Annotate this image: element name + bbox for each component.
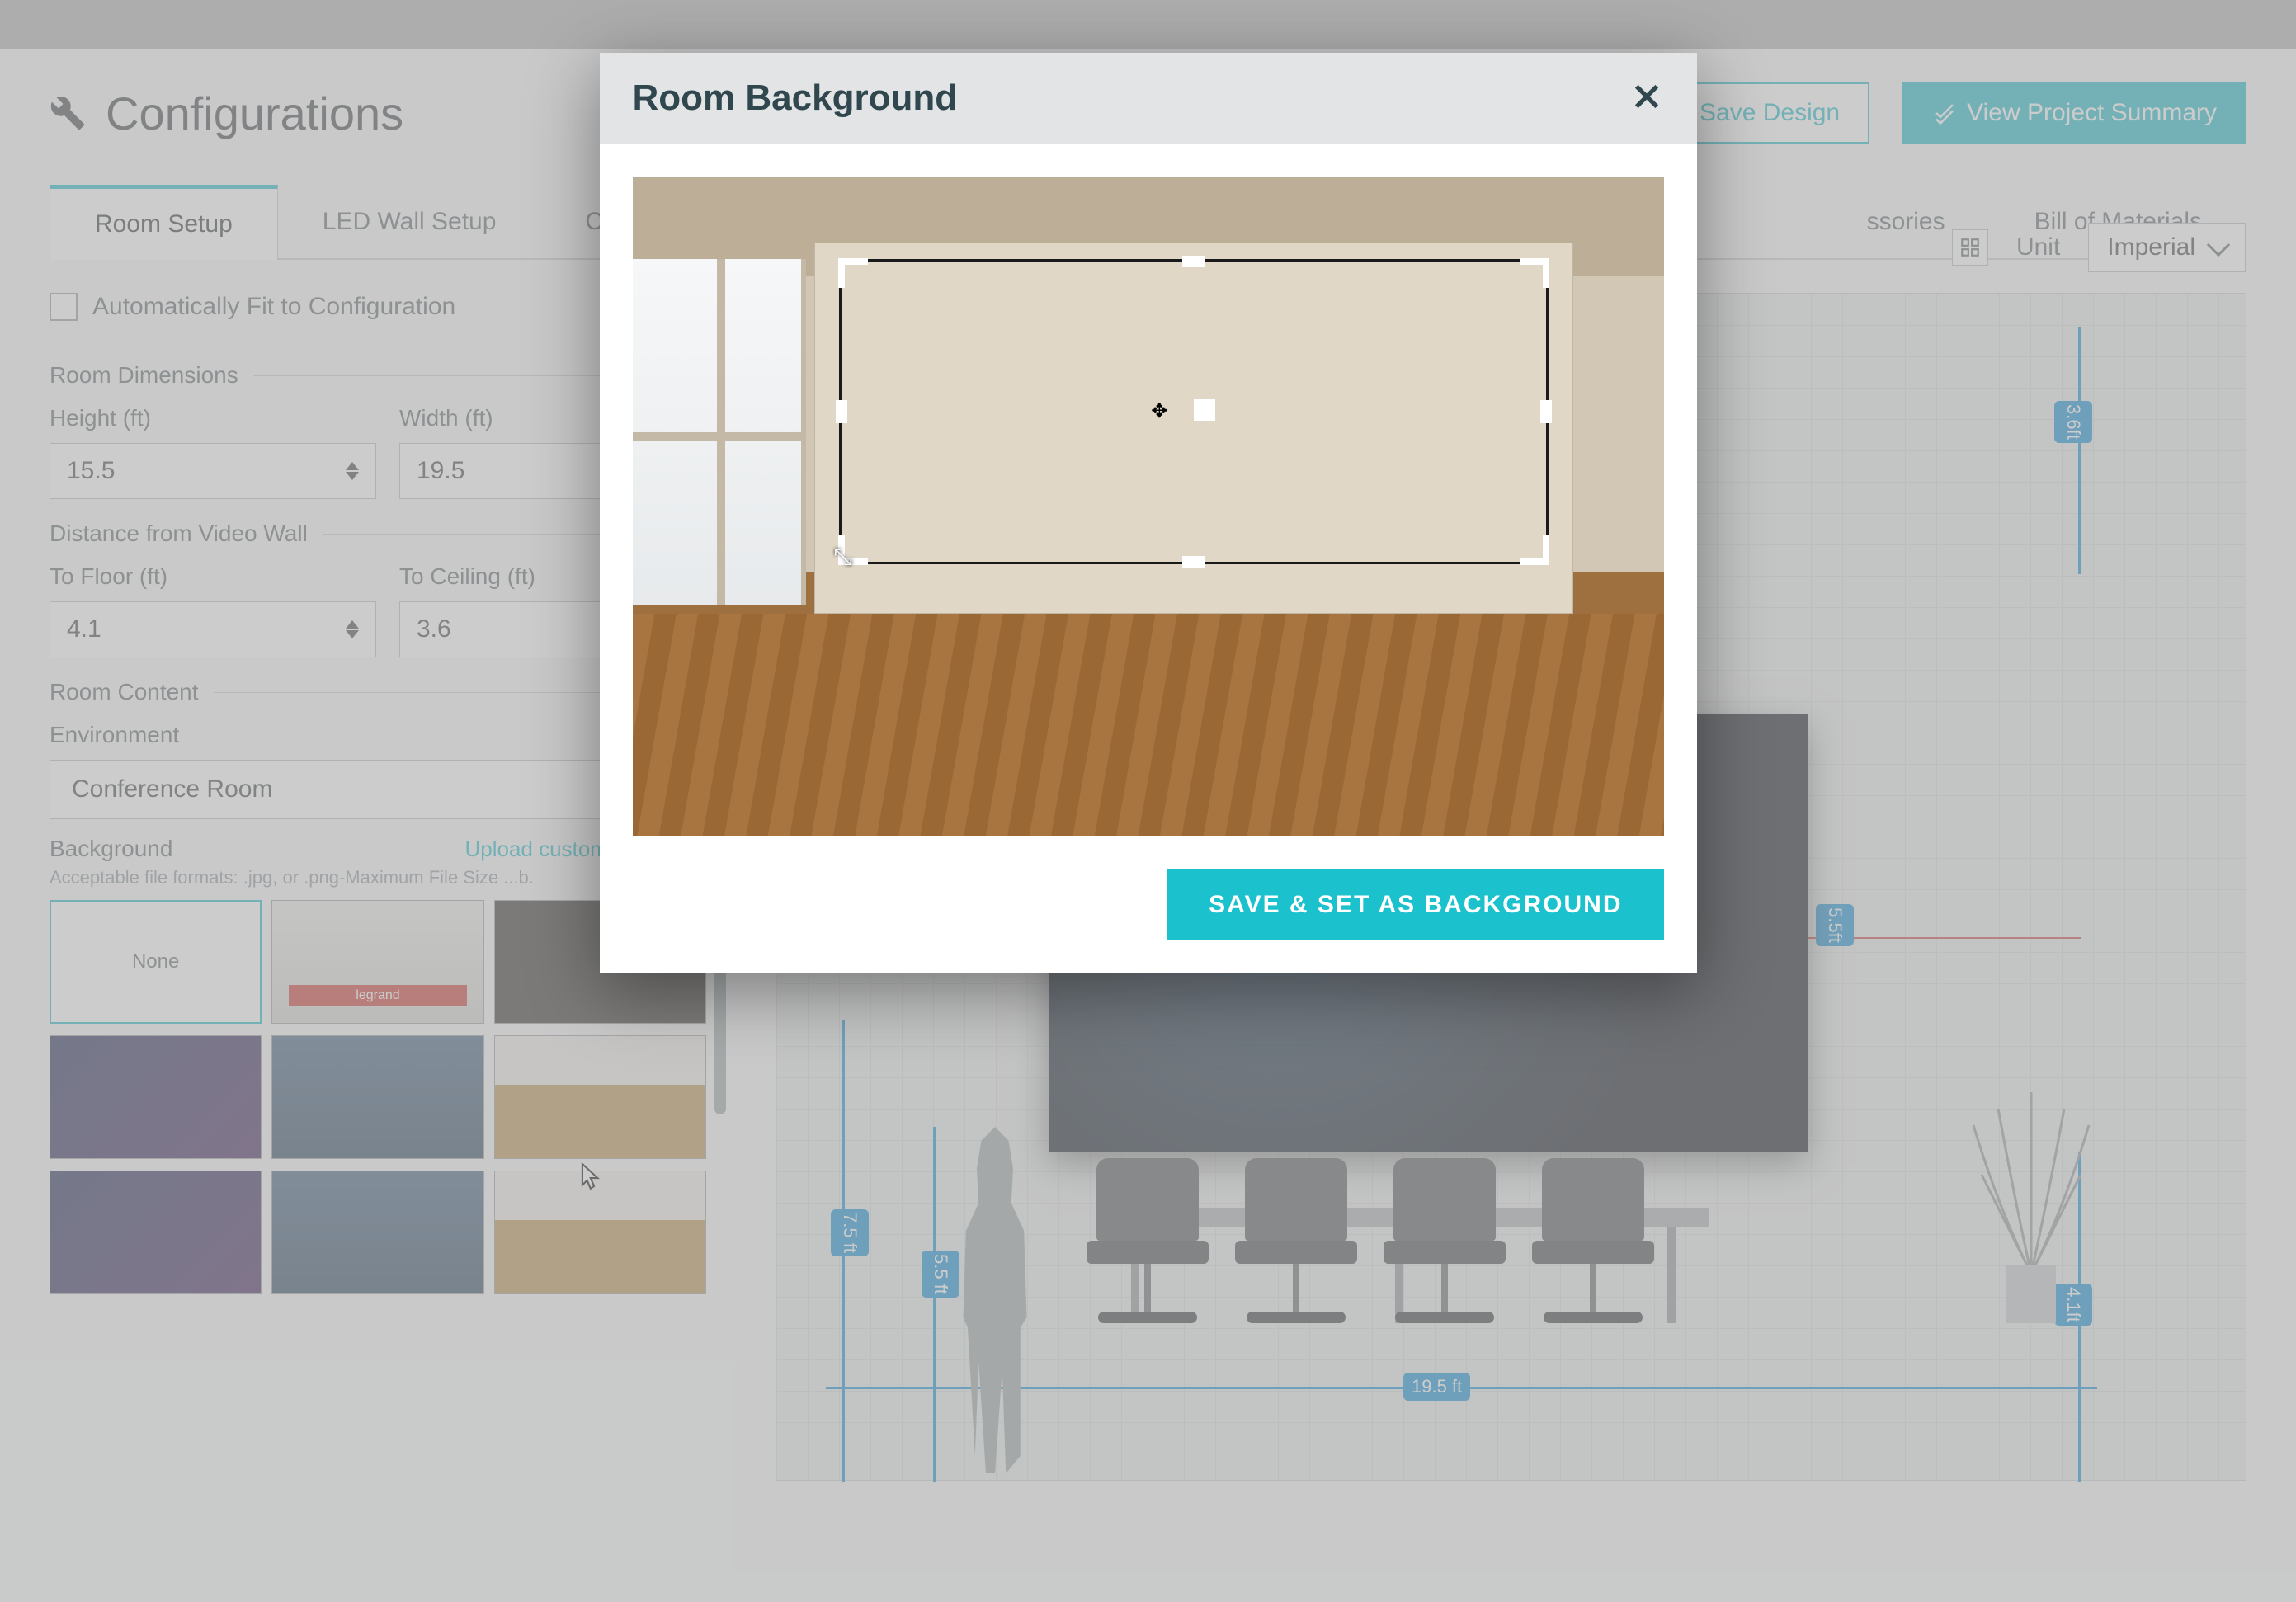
room-background-modal: Room Background (600, 53, 1697, 973)
crop-handle-br[interactable] (1520, 535, 1549, 565)
crop-handle-left[interactable] (836, 400, 847, 423)
modal-footer: SAVE & SET AS BACKGROUND (600, 869, 1697, 973)
close-button[interactable] (1629, 79, 1664, 118)
crop-handle-tl[interactable] (838, 258, 868, 288)
crop-handle-right[interactable] (1540, 400, 1552, 423)
crop-handle-bottom[interactable] (1182, 556, 1205, 568)
room-preview-image[interactable]: ✥ ⤡ (633, 177, 1664, 836)
crop-handle-top[interactable] (1182, 256, 1205, 267)
modal-title: Room Background (633, 78, 958, 119)
modal-body: ✥ ⤡ (600, 144, 1697, 869)
resize-cursor-icon: ⤡ (834, 544, 852, 571)
crop-frame[interactable]: ✥ (839, 259, 1549, 564)
save-background-button[interactable]: SAVE & SET AS BACKGROUND (1167, 869, 1663, 940)
modal-overlay[interactable]: Room Background (0, 0, 2296, 1602)
crop-handle-tr[interactable] (1520, 258, 1549, 288)
modal-header: Room Background (600, 53, 1697, 144)
move-cursor-icon: ✥ (1151, 399, 1167, 423)
crop-center-handle[interactable] (1194, 399, 1215, 421)
close-icon (1629, 79, 1664, 114)
